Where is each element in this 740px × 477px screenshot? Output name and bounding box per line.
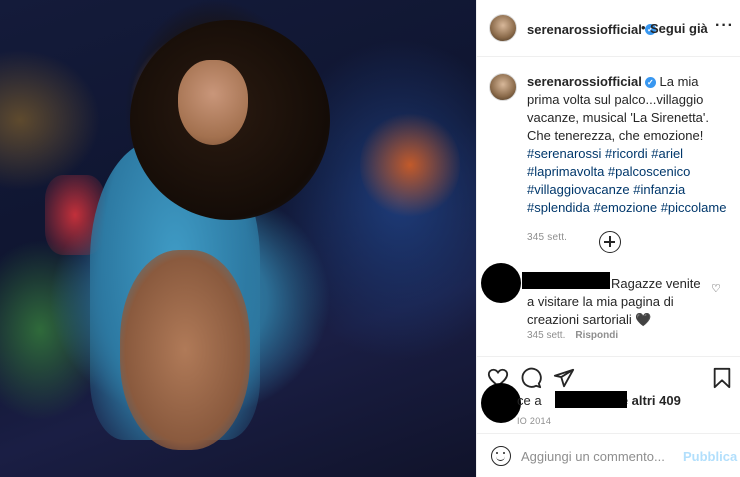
caption-username[interactable]: serenarossiofficial — [527, 74, 642, 89]
liker-name-redacted — [555, 391, 627, 408]
post-header: serenarossiofficial ✓ • Segui già ··· — [477, 0, 740, 57]
separator-dot: • — [641, 20, 646, 35]
publish-button[interactable]: Pubblica — [683, 449, 737, 464]
verified-badge-icon: ✓ — [644, 77, 656, 89]
photo-legs — [120, 250, 250, 450]
emoji-icon[interactable] — [491, 446, 511, 466]
author-name-wrap: serenarossiofficial ✓ — [527, 21, 656, 39]
comment-time[interactable]: 345 sett. — [527, 330, 565, 341]
comment-like-heart-icon[interactable]: ♡ — [711, 282, 721, 295]
likes-count[interactable]: e altri 409 — [621, 393, 681, 408]
comment-meta: 345 sett. Rispondi — [527, 330, 618, 341]
post-photo[interactable] — [0, 0, 476, 477]
comment-input[interactable] — [521, 445, 681, 467]
post-date[interactable]: IO 2014 — [517, 416, 551, 426]
author-avatar[interactable] — [489, 14, 517, 42]
likes-prefix: ce a — [517, 393, 542, 408]
reply-button[interactable]: Rispondi — [575, 330, 618, 341]
caption-hashtags[interactable]: #serenarossi #ricordi #ariel #laprimavol… — [527, 146, 726, 215]
liker-avatar-redacted[interactable] — [481, 383, 521, 423]
post-side-panel: serenarossiofficial ✓ • Segui già ··· ser… — [476, 0, 740, 477]
load-more-plus-icon[interactable] — [599, 231, 621, 253]
comment-icon[interactable] — [520, 367, 542, 389]
commenter-avatar-redacted[interactable] — [481, 263, 521, 303]
post-caption: serenarossiofficial ✓ La mia prima volta … — [527, 73, 732, 247]
comment-text: Ragazze venite a visitare la mia pagina … — [527, 276, 701, 327]
bookmark-icon[interactable] — [711, 367, 733, 389]
add-comment-bar: Pubblica — [477, 433, 740, 477]
more-options-icon[interactable]: ··· — [715, 17, 734, 35]
caption-time[interactable]: 345 sett. — [527, 229, 732, 247]
photo-face — [178, 60, 248, 145]
photo-background-decoration — [360, 110, 460, 220]
comment: Ragazze venite a visitare la mia pagina … — [527, 275, 707, 329]
author-username[interactable]: serenarossiofficial — [527, 22, 642, 37]
share-icon[interactable] — [553, 367, 575, 389]
following-button[interactable]: Segui già — [650, 21, 708, 36]
caption-avatar[interactable] — [489, 73, 517, 101]
